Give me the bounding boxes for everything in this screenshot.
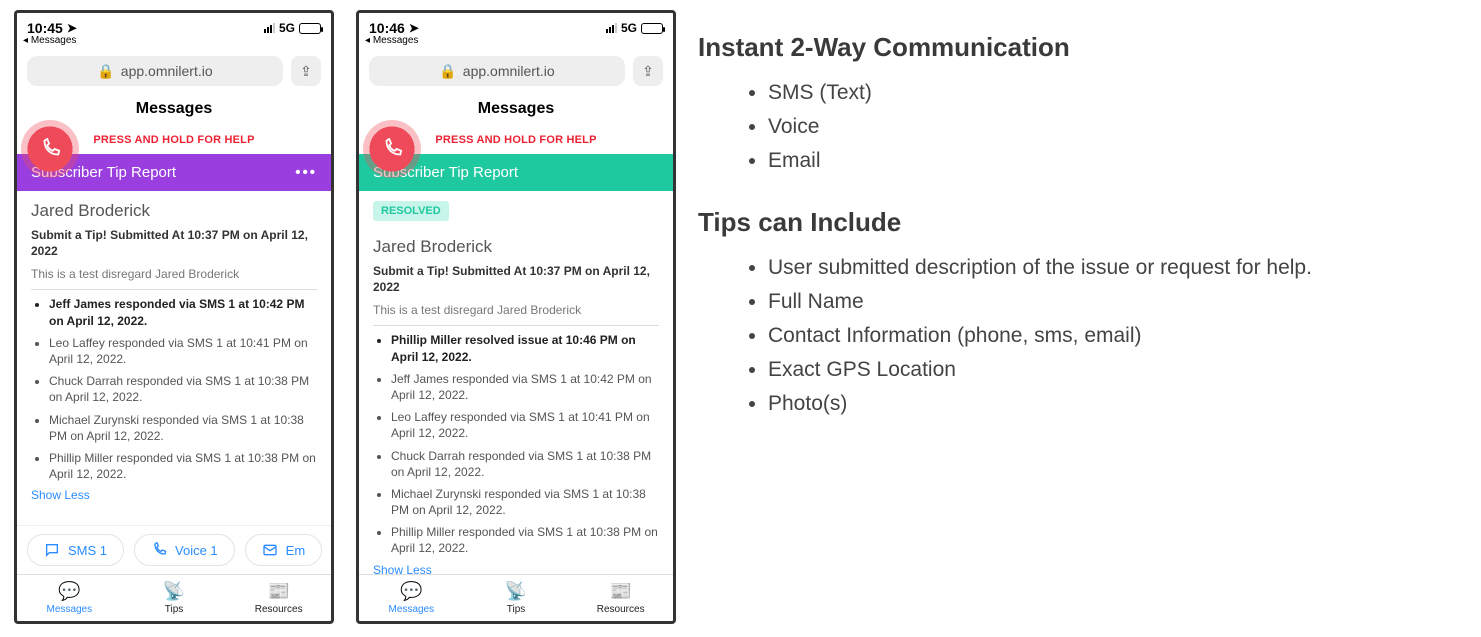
url-bar[interactable]: 🔒 app.omnilert.io xyxy=(27,56,283,86)
list-item: Email xyxy=(768,149,1312,173)
url-bar[interactable]: 🔒 app.omnilert.io xyxy=(369,56,625,86)
tab-messages[interactable]: 💬Messages xyxy=(17,575,122,621)
network-label: 5G xyxy=(621,21,637,35)
communication-list: SMS (Text) Voice Email xyxy=(698,81,1312,173)
response-item: Jeff James responded via SMS 1 at 10:42 … xyxy=(391,371,659,403)
response-item: Phillip Miller responded via SMS 1 at 10… xyxy=(49,450,317,482)
show-less-link[interactable]: Show Less xyxy=(373,563,659,574)
status-bar: 10:45 ➤ 5G xyxy=(17,13,331,35)
submitter-name: Jared Broderick xyxy=(373,237,659,257)
status-bar: 10:46 ➤ 5G xyxy=(359,13,673,35)
url-text: app.omnilert.io xyxy=(121,63,213,79)
resolved-badge: RESOLVED xyxy=(373,201,449,221)
response-list: Phillip Miller resolved issue at 10:46 P… xyxy=(373,332,659,556)
response-item: Jeff James responded via SMS 1 at 10:42 … xyxy=(49,296,317,328)
list-item: Full Name xyxy=(768,290,1312,314)
phone-screenshot-1: 10:45 ➤ 5G ◂ Messages 🔒 app.omnilert.io … xyxy=(14,10,334,624)
location-arrow-icon: ➤ xyxy=(67,21,77,35)
more-icon[interactable]: ••• xyxy=(295,164,317,181)
list-item: Voice xyxy=(768,115,1312,139)
lock-icon: 🔒 xyxy=(97,63,114,80)
response-item: Leo Laffey responded via SMS 1 at 10:41 … xyxy=(391,409,659,441)
response-item: Michael Zurynski responded via SMS 1 at … xyxy=(49,412,317,444)
broadcast-icon: 📡 xyxy=(122,581,227,602)
response-item: Phillip Miller resolved issue at 10:46 P… xyxy=(391,332,659,364)
list-item: User submitted description of the issue … xyxy=(768,256,1312,280)
response-item: Chuck Darrah responded via SMS 1 at 10:3… xyxy=(49,373,317,405)
submitter-name: Jared Broderick xyxy=(31,201,317,221)
response-item: Leo Laffey responded via SMS 1 at 10:41 … xyxy=(49,335,317,367)
submit-line: Submit a Tip! Submitted At 10:37 PM on A… xyxy=(373,263,659,295)
list-item: Contact Information (phone, sms, email) xyxy=(768,324,1312,348)
help-label: PRESS AND HOLD FOR HELP xyxy=(435,134,596,146)
list-item: Exact GPS Location xyxy=(768,358,1312,382)
tab-tips[interactable]: 📡Tips xyxy=(464,575,569,621)
slide-text: Instant 2-Way Communication SMS (Text) Vo… xyxy=(698,10,1312,450)
list-item: Photo(s) xyxy=(768,392,1312,416)
show-less-link[interactable]: Show Less xyxy=(31,488,317,502)
share-button[interactable]: ⇪ xyxy=(291,56,321,86)
tab-tips[interactable]: 📡Tips xyxy=(122,575,227,621)
news-icon: 📰 xyxy=(226,581,331,602)
panic-row: PRESS AND HOLD FOR HELP xyxy=(17,126,331,154)
location-arrow-icon: ➤ xyxy=(409,21,419,35)
clock-time: 10:45 xyxy=(27,20,63,36)
heading-tips: Tips can Include xyxy=(698,207,1312,238)
phone-out-icon xyxy=(151,542,167,558)
clock-time: 10:46 xyxy=(369,20,405,36)
list-item: SMS (Text) xyxy=(768,81,1312,105)
signal-bars-icon xyxy=(606,23,617,33)
phone-icon xyxy=(381,138,403,160)
page-title: Messages xyxy=(17,92,331,126)
tab-bar: 💬Messages 📡Tips 📰Resources xyxy=(359,574,673,621)
submit-line: Submit a Tip! Submitted At 10:37 PM on A… xyxy=(31,227,317,259)
panic-button[interactable] xyxy=(21,120,79,178)
help-label: PRESS AND HOLD FOR HELP xyxy=(93,134,254,146)
url-text: app.omnilert.io xyxy=(463,63,555,79)
action-chips: SMS 1 Voice 1 Em xyxy=(17,525,331,574)
network-label: 5G xyxy=(279,21,295,35)
tips-list: User submitted description of the issue … xyxy=(698,256,1312,416)
panic-button[interactable] xyxy=(363,120,421,178)
response-list: Jeff James responded via SMS 1 at 10:42 … xyxy=(31,296,317,482)
phone-icon xyxy=(39,138,61,160)
tip-description: This is a test disregard Jared Broderick xyxy=(31,267,317,281)
chat-icon: 💬 xyxy=(359,581,464,602)
tab-bar: 💬Messages 📡Tips 📰Resources xyxy=(17,574,331,621)
heading-communication: Instant 2-Way Communication xyxy=(698,32,1312,63)
broadcast-icon: 📡 xyxy=(464,581,569,602)
tip-description: This is a test disregard Jared Broderick xyxy=(373,303,659,317)
battery-icon xyxy=(641,23,663,34)
signal-bars-icon xyxy=(264,23,275,33)
share-button[interactable]: ⇪ xyxy=(633,56,663,86)
response-item: Michael Zurynski responded via SMS 1 at … xyxy=(391,486,659,518)
voice-chip[interactable]: Voice 1 xyxy=(134,534,235,566)
chat-icon xyxy=(44,542,60,558)
sms-chip[interactable]: SMS 1 xyxy=(27,534,124,566)
email-chip[interactable]: Em xyxy=(245,534,323,566)
back-link[interactable]: ◂ Messages xyxy=(359,35,673,50)
mail-icon xyxy=(262,542,278,558)
response-item: Phillip Miller responded via SMS 1 at 10… xyxy=(391,524,659,556)
chat-icon: 💬 xyxy=(17,581,122,602)
back-link[interactable]: ◂ Messages xyxy=(17,35,331,50)
news-icon: 📰 xyxy=(568,581,673,602)
page-title: Messages xyxy=(359,92,673,126)
tab-resources[interactable]: 📰Resources xyxy=(568,575,673,621)
phone-screenshot-2: 10:46 ➤ 5G ◂ Messages 🔒 app.omnilert.io … xyxy=(356,10,676,624)
tab-resources[interactable]: 📰Resources xyxy=(226,575,331,621)
battery-icon xyxy=(299,23,321,34)
tab-messages[interactable]: 💬Messages xyxy=(359,575,464,621)
panic-row: PRESS AND HOLD FOR HELP xyxy=(359,126,673,154)
lock-icon: 🔒 xyxy=(439,63,456,80)
response-item: Chuck Darrah responded via SMS 1 at 10:3… xyxy=(391,448,659,480)
